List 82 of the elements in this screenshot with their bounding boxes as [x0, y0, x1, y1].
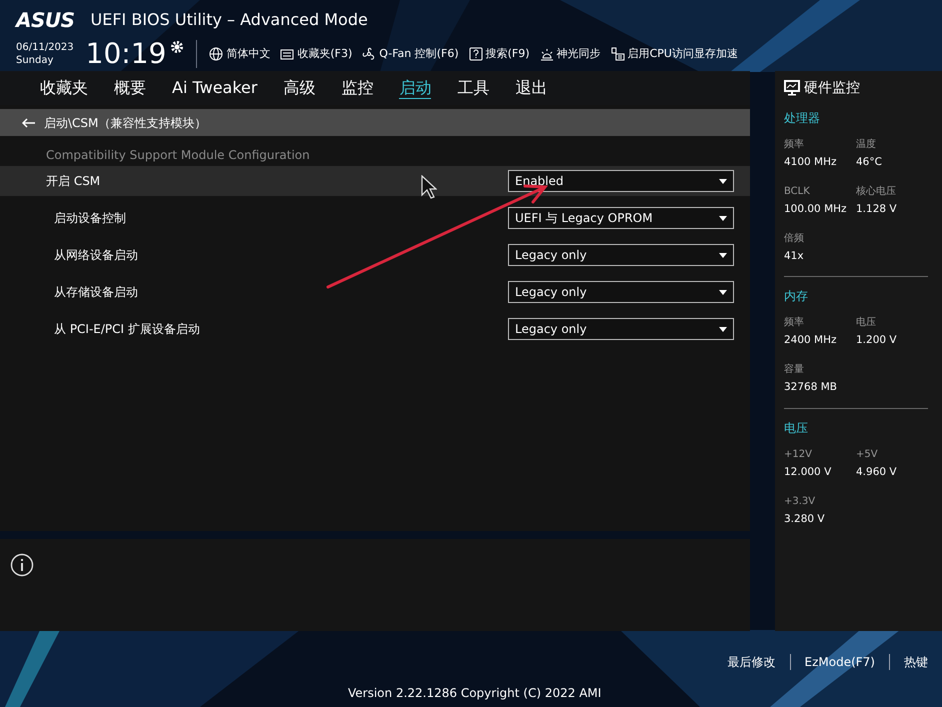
info-icon[interactable] [10, 553, 34, 578]
globe-icon[interactable] [209, 47, 224, 61]
metric-label: BCLK [784, 184, 811, 199]
setting-row[interactable]: 从网络设备启动 Legacy only [0, 240, 750, 270]
tab[interactable]: 工具 [457, 78, 490, 98]
section-title: Compatibility Support Module Configuration [45, 147, 311, 164]
panel-title: 硬件监控 [804, 78, 860, 98]
metric-value: 32768 MB [784, 380, 838, 396]
setting-label: 开启 CSM [46, 173, 100, 190]
setting-row[interactable]: 启动设备控制 UEFI 与 Legacy OPROM [0, 203, 750, 234]
toolbar-item[interactable]: 神光同步 [556, 46, 601, 62]
setting-label: 启动设备控制 [54, 210, 126, 228]
caret-icon [719, 290, 727, 295]
metric-label: 倍频 [784, 232, 805, 246]
tab[interactable]: Ai Tweaker [172, 78, 258, 98]
tab[interactable]: 概要 [114, 78, 146, 98]
metric-label: 电压 [856, 316, 877, 330]
metric-value: 1.200 V [856, 333, 898, 348]
metric-value: 1.128 V [856, 202, 898, 217]
caret-icon [719, 178, 727, 184]
clock-time: 10:19 [86, 40, 166, 68]
metric-value: 12.000 V [784, 464, 832, 480]
mouse-cursor-icon [421, 175, 437, 200]
metric-value: 4.960 V [856, 464, 898, 480]
monitor-icon [784, 80, 800, 96]
chip-icon[interactable] [610, 47, 625, 61]
footer-button[interactable]: 最后修改 [728, 653, 776, 672]
logo: ASUS [16, 10, 75, 30]
setting-row-highlight[interactable]: 开启 CSM Enabled [0, 166, 750, 196]
metric-label: 频率 [784, 316, 805, 330]
back-arrow-icon[interactable] [22, 118, 36, 128]
caret-icon [719, 252, 727, 258]
setting-row[interactable]: 从存储设备启动 Legacy only [0, 277, 750, 308]
metric-value: 46°C [856, 155, 883, 170]
window-title: UEFI BIOS Utility – Advanced Mode [90, 9, 368, 31]
tab[interactable]: 收藏夹 [40, 78, 88, 98]
tab[interactable]: 监控 [341, 78, 374, 98]
metric-label: 核心电压 [856, 184, 897, 199]
footer-button[interactable]: 热键 [904, 653, 928, 672]
toolbar-item[interactable]: 简体中文 [226, 46, 270, 62]
caret-icon [719, 216, 727, 221]
section-heading: 电压 [784, 420, 809, 437]
breadcrumb-text: 启动\CSM（兼容性支持模块） [44, 114, 206, 132]
metric-label: +3.3V [784, 494, 816, 509]
metric-value: 2400 MHz [784, 333, 838, 348]
toolbar-item[interactable]: 搜索(F9) [486, 46, 530, 62]
setting-row[interactable]: 从 PCI-E/PCI 扩展设备启动 Legacy only [0, 314, 750, 344]
dropdown[interactable]: Enabled [508, 170, 734, 192]
setting-label: 从 PCI-E/PCI 扩展设备启动 [54, 321, 200, 338]
tab[interactable]: 退出 [515, 78, 548, 98]
dropdown[interactable]: Legacy only [508, 244, 734, 266]
metric-value: 100.00 MHz [784, 202, 848, 217]
version-text: Version 2.22.1286 Copyright (C) 2022 AMI [348, 685, 602, 702]
metric-value: 41x [784, 248, 805, 264]
date-text: 06/11/2023 [16, 41, 74, 54]
metric-label: +5V [856, 448, 879, 462]
light-icon[interactable] [540, 47, 554, 61]
dropdown[interactable]: UEFI 与 Legacy OPROM [508, 207, 734, 230]
fan-icon[interactable] [362, 47, 376, 61]
section-heading: 内存 [784, 288, 809, 306]
caret-icon [719, 326, 727, 332]
metric-label: 容量 [784, 362, 805, 378]
metric-label: 频率 [784, 138, 805, 152]
metric-label: 温度 [856, 138, 877, 152]
toolbar-item[interactable]: 收藏夹(F3) [297, 46, 352, 62]
toolbar-item[interactable]: 启用CPU访问显存加速 [628, 46, 738, 62]
metric-label: +12V [784, 448, 813, 462]
section-heading: 处理器 [784, 110, 821, 128]
breadcrumb-bar[interactable]: 启动\CSM（兼容性支持模块） [0, 109, 750, 136]
setting-label: 从存储设备启动 [54, 284, 138, 302]
metric-value: 4100 MHz [784, 155, 838, 170]
settings-icon[interactable] [170, 40, 184, 54]
footer-button[interactable]: EzMode(F7) [804, 653, 875, 672]
metric-value: 3.280 V [784, 512, 826, 527]
tab[interactable]: 高级 [283, 78, 316, 98]
dropdown[interactable]: Legacy only [508, 281, 734, 304]
dropdown[interactable]: Legacy only [508, 318, 734, 340]
setting-label: 从网络设备启动 [54, 247, 138, 264]
tab[interactable]: 启动 [399, 78, 432, 99]
day-text: Sunday [16, 54, 54, 67]
help-icon[interactable] [468, 47, 483, 61]
folder-icon[interactable] [280, 47, 294, 61]
